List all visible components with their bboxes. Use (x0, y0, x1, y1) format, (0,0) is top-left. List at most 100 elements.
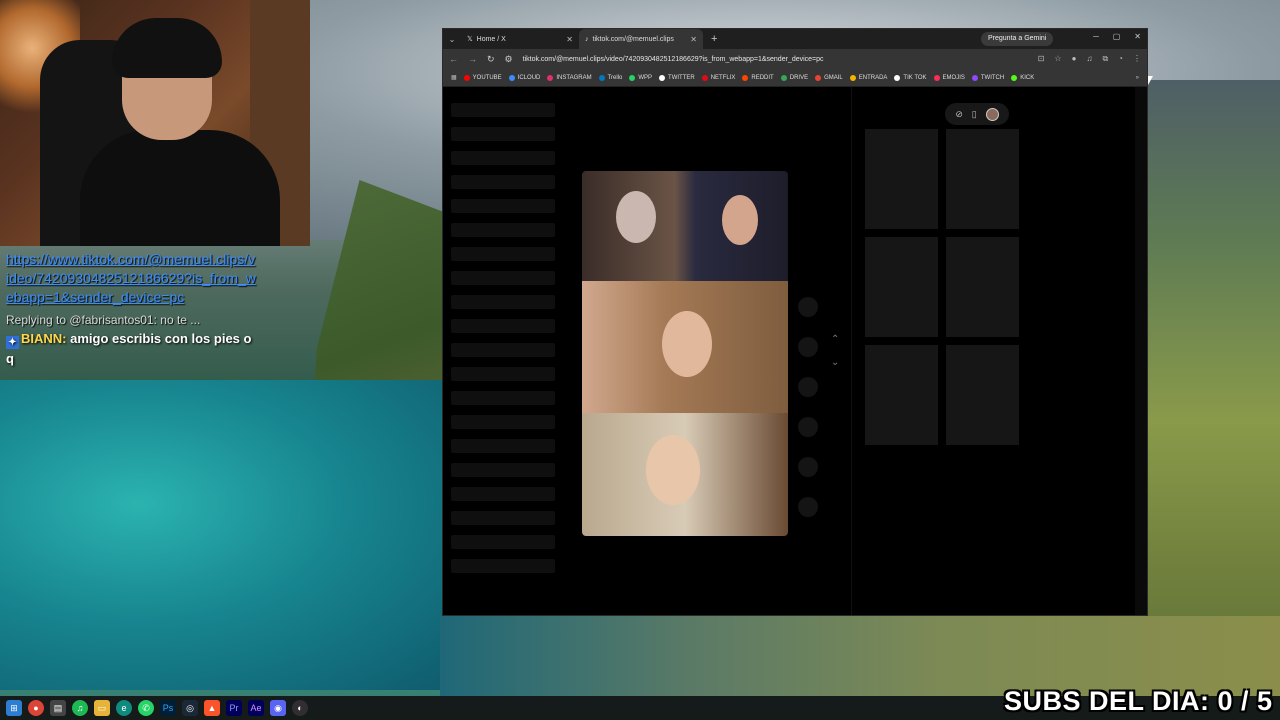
avatar[interactable] (985, 107, 999, 121)
bookmark-label: YOUTUBE (472, 74, 502, 81)
profile-icon[interactable]: ◔ (1118, 54, 1123, 64)
obs-icon[interactable]: ◐ (292, 700, 308, 716)
bookmark-youtube[interactable]: YOUTUBE (463, 74, 502, 81)
spotify-icon[interactable]: ♫ (72, 700, 88, 716)
skeleton-row (451, 271, 555, 285)
window-controls: ─ ▢ ✕ (1093, 32, 1141, 41)
bookmark-gmail[interactable]: GMAIL (815, 74, 843, 81)
star-icon[interactable]: ☆ (1054, 54, 1061, 64)
reload-icon[interactable]: ↻ (487, 54, 495, 65)
tab-home-x[interactable]: 𝕏 Home / X ✕ (461, 29, 579, 49)
bookmark-icloud[interactable]: ICLOUD (508, 74, 540, 81)
bookmark-netflix[interactable]: NETFLIX (701, 74, 735, 81)
close-tab-icon[interactable]: ✕ (566, 35, 573, 44)
menu-icon[interactable]: ⋮ (1133, 54, 1141, 64)
save-button[interactable] (798, 377, 818, 397)
bookmark-label: DRIVE (789, 74, 809, 81)
bookmark-twitch[interactable]: TWITCH (971, 74, 1004, 81)
comment-button[interactable] (798, 337, 818, 357)
skeleton-row (451, 199, 555, 213)
edge-icon[interactable]: e (116, 700, 132, 716)
task-view-icon[interactable]: ▤ (50, 700, 66, 716)
discord-icon[interactable]: ◉ (270, 700, 286, 716)
extension-icon[interactable]: ● (1072, 54, 1077, 64)
sound-button[interactable] (798, 497, 818, 517)
after-effects-icon[interactable]: Ae (248, 700, 264, 716)
trello-icon (598, 74, 605, 81)
url-field[interactable]: tiktok.com/@memuel.clips/video/742093048… (523, 56, 963, 63)
tab-search-icon[interactable]: ⌄ (443, 35, 461, 44)
video-thumbnail-skeleton[interactable] (946, 237, 1019, 337)
person-face (722, 195, 758, 245)
skeleton-row (451, 391, 555, 405)
share-more-button[interactable] (798, 457, 818, 477)
bookmark-tiktok[interactable]: TIK TOK (894, 74, 927, 81)
video-player[interactable] (582, 171, 788, 536)
back-icon[interactable]: ← (449, 54, 458, 64)
share-button[interactable] (798, 417, 818, 437)
bookmark-kick[interactable]: KICK (1011, 74, 1034, 81)
tiktok-icon: ♪ (585, 35, 589, 43)
chrome-icon[interactable]: ● (28, 700, 44, 716)
file-explorer-icon[interactable]: ▭ (94, 700, 110, 716)
bookmark-instagram[interactable]: INSTAGRAM (547, 74, 592, 81)
steam-icon[interactable]: ◎ (182, 700, 198, 716)
maximize-icon[interactable]: ▢ (1113, 32, 1121, 41)
site-info-icon[interactable]: ⚙ (505, 54, 513, 65)
close-tab-icon[interactable]: ✕ (690, 35, 697, 44)
wallpaper-valley (1148, 80, 1280, 700)
bookmark-emojis[interactable]: EMOJIS (933, 74, 965, 81)
more-bookmarks-icon[interactable]: » (1136, 75, 1139, 81)
bookmark-label: REDDIT (751, 74, 774, 81)
chevron-up-icon[interactable]: ⌃ (831, 334, 839, 345)
premiere-icon[interactable]: Pr (226, 700, 242, 716)
video-thumbnail-skeleton[interactable] (865, 345, 938, 445)
video-thumbnail-skeleton[interactable] (946, 129, 1019, 229)
chat-badge-icon: ✦ (6, 336, 19, 349)
bookmark-wpp[interactable]: WPP (629, 74, 653, 81)
new-tab-button[interactable]: + (703, 33, 725, 45)
minimize-icon[interactable]: ─ (1093, 32, 1099, 41)
photoshop-icon[interactable]: Ps (160, 700, 176, 716)
chat-link[interactable]: https://www.tiktok.com/@memuel.clips/vid… (6, 250, 256, 307)
chat-reply-prefix: Replying to @fabrisantos01: no te ... (6, 313, 201, 327)
video-thumbnail-skeleton[interactable] (865, 237, 938, 337)
twitch-icon (971, 74, 978, 81)
right-toolbar: ⊘ ▯ (945, 103, 1009, 125)
puzzle-icon[interactable]: ⧉ (1102, 54, 1108, 64)
tab-tiktok[interactable]: ♪ tiktok.com/@memuel.clips ✕ (579, 29, 703, 49)
close-window-icon[interactable]: ✕ (1134, 32, 1141, 41)
bookmark-reddit[interactable]: REDDIT (742, 74, 774, 81)
x-logo-icon: 𝕏 (467, 36, 473, 43)
skeleton-row (451, 535, 555, 549)
video-thumbnail-skeleton[interactable] (946, 345, 1019, 445)
install-icon[interactable]: ⊡ (1038, 54, 1045, 64)
whatsapp-icon[interactable]: ✆ (138, 700, 154, 716)
like-button[interactable] (798, 297, 818, 317)
skeleton-row (451, 247, 555, 261)
block-icon[interactable]: ⊘ (955, 109, 963, 120)
bookmark-label: WPP (638, 74, 653, 81)
brave-icon[interactable]: ▲ (204, 700, 220, 716)
chevron-down-icon[interactable]: ⌄ (831, 357, 839, 368)
youtube-icon (463, 74, 470, 81)
mouse-cursor (1148, 76, 1153, 85)
bookmark-entrada[interactable]: ENTRADA (849, 74, 887, 81)
bookmark-drive[interactable]: DRIVE (780, 74, 809, 81)
scrollbar[interactable] (1135, 87, 1147, 615)
audio-icon[interactable]: ♫ (1086, 54, 1092, 64)
chat-message: ✦ BIANN: amigo escribis con los pies o q (6, 329, 256, 368)
forward-icon[interactable]: → (468, 54, 477, 64)
skeleton-row (451, 319, 555, 333)
whatsapp-icon (629, 74, 636, 81)
gemini-button[interactable]: Pregunta a Gemini (981, 32, 1054, 46)
phone-icon[interactable]: ▯ (972, 109, 977, 120)
tiktok-icon (894, 74, 901, 81)
bookmark-twitter[interactable]: TWITTER (659, 74, 695, 81)
bookmark-trello[interactable]: Trello (598, 74, 622, 81)
skeleton-row (451, 463, 555, 477)
windows-start-icon[interactable]: ⊞ (6, 700, 22, 716)
skeleton-row (451, 127, 555, 141)
video-thumbnail-skeleton[interactable] (865, 129, 938, 229)
apps-icon[interactable]: ▦ (451, 74, 457, 81)
